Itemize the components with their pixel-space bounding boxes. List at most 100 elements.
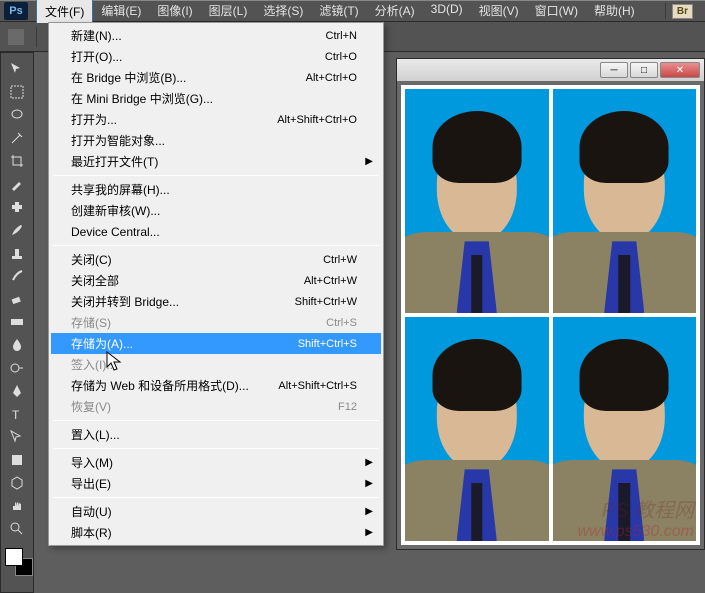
menu-item-shortcut: Alt+Shift+Ctrl+S — [278, 380, 357, 392]
marquee-tool-icon[interactable] — [4, 81, 30, 103]
brush-tool-icon[interactable] — [4, 219, 30, 241]
menu-item[interactable]: 导出(E) ▶ — [51, 473, 381, 494]
shape-tool-icon[interactable] — [4, 449, 30, 471]
menu-item-label: 打开为智能对象... — [71, 132, 357, 149]
menu-item[interactable]: 在 Bridge 中浏览(B)...Alt+Ctrl+O — [51, 67, 381, 88]
menubar-item-2[interactable]: 图像(I) — [149, 0, 200, 23]
menu-item-label: 导出(E) — [71, 475, 357, 492]
zoom-tool-icon[interactable] — [4, 518, 30, 540]
menu-item: 存储(S)Ctrl+S — [51, 312, 381, 333]
menu-item[interactable]: 创建新审核(W)... — [51, 200, 381, 221]
menu-item-label: 关闭并转到 Bridge... — [71, 293, 295, 310]
menu-item-label: 置入(L)... — [71, 426, 357, 443]
submenu-arrow-icon: ▶ — [365, 156, 373, 167]
menubar-item-1[interactable]: 编辑(E) — [93, 0, 149, 23]
menu-item[interactable]: 存储为(A)...Shift+Ctrl+S — [51, 333, 381, 354]
menu-item[interactable]: 最近打开文件(T) ▶ — [51, 151, 381, 172]
menu-item-label: 共享我的屏幕(H)... — [71, 181, 357, 198]
lasso-tool-icon[interactable] — [4, 104, 30, 126]
history-brush-tool-icon[interactable] — [4, 265, 30, 287]
menu-item[interactable]: 打开为...Alt+Shift+Ctrl+O — [51, 109, 381, 130]
crop-tool-icon[interactable] — [4, 150, 30, 172]
blur-tool-icon[interactable] — [4, 334, 30, 356]
menu-item-label: 脚本(R) — [71, 524, 357, 541]
menu-item-shortcut: Alt+Ctrl+W — [304, 275, 357, 287]
menu-item[interactable]: 自动(U) ▶ — [51, 501, 381, 522]
submenu-arrow-icon: ▶ — [365, 478, 373, 489]
menu-item-shortcut: Alt+Shift+Ctrl+O — [277, 114, 357, 126]
menu-item-shortcut: Ctrl+N — [326, 30, 357, 42]
menu-item[interactable]: 打开(O)...Ctrl+O — [51, 46, 381, 67]
menu-item-shortcut: Shift+Ctrl+S — [298, 338, 357, 350]
bridge-button[interactable]: Br — [672, 4, 693, 19]
menu-separator — [53, 420, 379, 421]
hand-tool-icon[interactable] — [4, 495, 30, 517]
menu-item-label: 在 Mini Bridge 中浏览(G)... — [71, 90, 357, 107]
color-swatches[interactable] — [3, 546, 31, 582]
menu-item[interactable]: 关闭(C)Ctrl+W — [51, 249, 381, 270]
menu-item-shortcut: Ctrl+S — [326, 317, 357, 329]
stamp-tool-icon[interactable] — [4, 242, 30, 264]
tool-preset-icon[interactable] — [8, 29, 24, 45]
menu-item[interactable]: 在 Mini Bridge 中浏览(G)... — [51, 88, 381, 109]
menu-item[interactable]: 脚本(R) ▶ — [51, 522, 381, 543]
menu-item[interactable]: 关闭并转到 Bridge...Shift+Ctrl+W — [51, 291, 381, 312]
eyedropper-tool-icon[interactable] — [4, 173, 30, 195]
wand-tool-icon[interactable] — [4, 127, 30, 149]
menu-item[interactable]: Device Central... — [51, 221, 381, 242]
menu-item-label: 创建新审核(W)... — [71, 202, 357, 219]
pen-tool-icon[interactable] — [4, 380, 30, 402]
type-tool-icon[interactable]: T — [4, 403, 30, 425]
id-photo — [405, 89, 549, 313]
separator — [665, 3, 666, 19]
move-tool-icon[interactable] — [4, 58, 30, 80]
menu-separator — [53, 448, 379, 449]
menu-item-label: 关闭全部 — [71, 272, 304, 289]
menu-item-shortcut: Alt+Ctrl+O — [306, 72, 357, 84]
menubar-item-7[interactable]: 3D(D) — [423, 0, 471, 23]
id-photo — [553, 89, 697, 313]
menu-item-label: 存储为 Web 和设备所用格式(D)... — [71, 377, 278, 394]
foreground-swatch[interactable] — [5, 548, 23, 566]
menu-item[interactable]: 存储为 Web 和设备所用格式(D)...Alt+Shift+Ctrl+S — [51, 375, 381, 396]
menu-item[interactable]: 共享我的屏幕(H)... — [51, 179, 381, 200]
menu-item-shortcut: F12 — [338, 401, 357, 413]
menu-item-label: 存储为(A)... — [71, 335, 298, 352]
menubar-item-8[interactable]: 视图(V) — [471, 0, 527, 23]
menubar-item-10[interactable]: 帮助(H) — [586, 0, 643, 23]
menu-item-label: 打开(O)... — [71, 48, 325, 65]
document-window: ─ □ ✕ PS 教程网 www.ps530.com — [396, 58, 705, 550]
menu-item[interactable]: 置入(L)... — [51, 424, 381, 445]
minimize-button[interactable]: ─ — [600, 62, 628, 78]
menu-item-label: 最近打开文件(T) — [71, 153, 357, 170]
menu-item[interactable]: 导入(M)▶ — [51, 452, 381, 473]
menu-item[interactable]: 新建(N)...Ctrl+N — [51, 25, 381, 46]
menu-item-label: 存储(S) — [71, 314, 326, 331]
path-tool-icon[interactable] — [4, 426, 30, 448]
healing-tool-icon[interactable] — [4, 196, 30, 218]
menubar-item-4[interactable]: 选择(S) — [255, 0, 311, 23]
menubar-item-9[interactable]: 窗口(W) — [527, 0, 586, 23]
id-photo — [405, 317, 549, 541]
3d-tool-icon[interactable] — [4, 472, 30, 494]
menubar-item-3[interactable]: 图层(L) — [201, 0, 256, 23]
canvas[interactable]: PS 教程网 www.ps530.com — [401, 85, 700, 545]
submenu-arrow-icon: ▶ — [365, 457, 373, 468]
menu-item-label: 自动(U) — [71, 503, 357, 520]
menu-item[interactable]: 打开为智能对象... — [51, 130, 381, 151]
eraser-tool-icon[interactable] — [4, 288, 30, 310]
menu-item[interactable]: 关闭全部Alt+Ctrl+W — [51, 270, 381, 291]
app-logo: Ps — [4, 2, 28, 20]
menubar-item-0[interactable]: 文件(F) — [36, 0, 93, 23]
menubar-item-6[interactable]: 分析(A) — [367, 0, 423, 23]
menubar-item-5[interactable]: 滤镜(T) — [311, 0, 366, 23]
submenu-arrow-icon: ▶ — [365, 527, 373, 538]
dodge-tool-icon[interactable] — [4, 357, 30, 379]
close-button[interactable]: ✕ — [660, 62, 700, 78]
id-photo — [553, 317, 697, 541]
menu-item-label: Device Central... — [71, 225, 357, 239]
submenu-arrow-icon: ▶ — [365, 506, 373, 517]
gradient-tool-icon[interactable] — [4, 311, 30, 333]
menu-separator — [53, 175, 379, 176]
maximize-button[interactable]: □ — [630, 62, 658, 78]
